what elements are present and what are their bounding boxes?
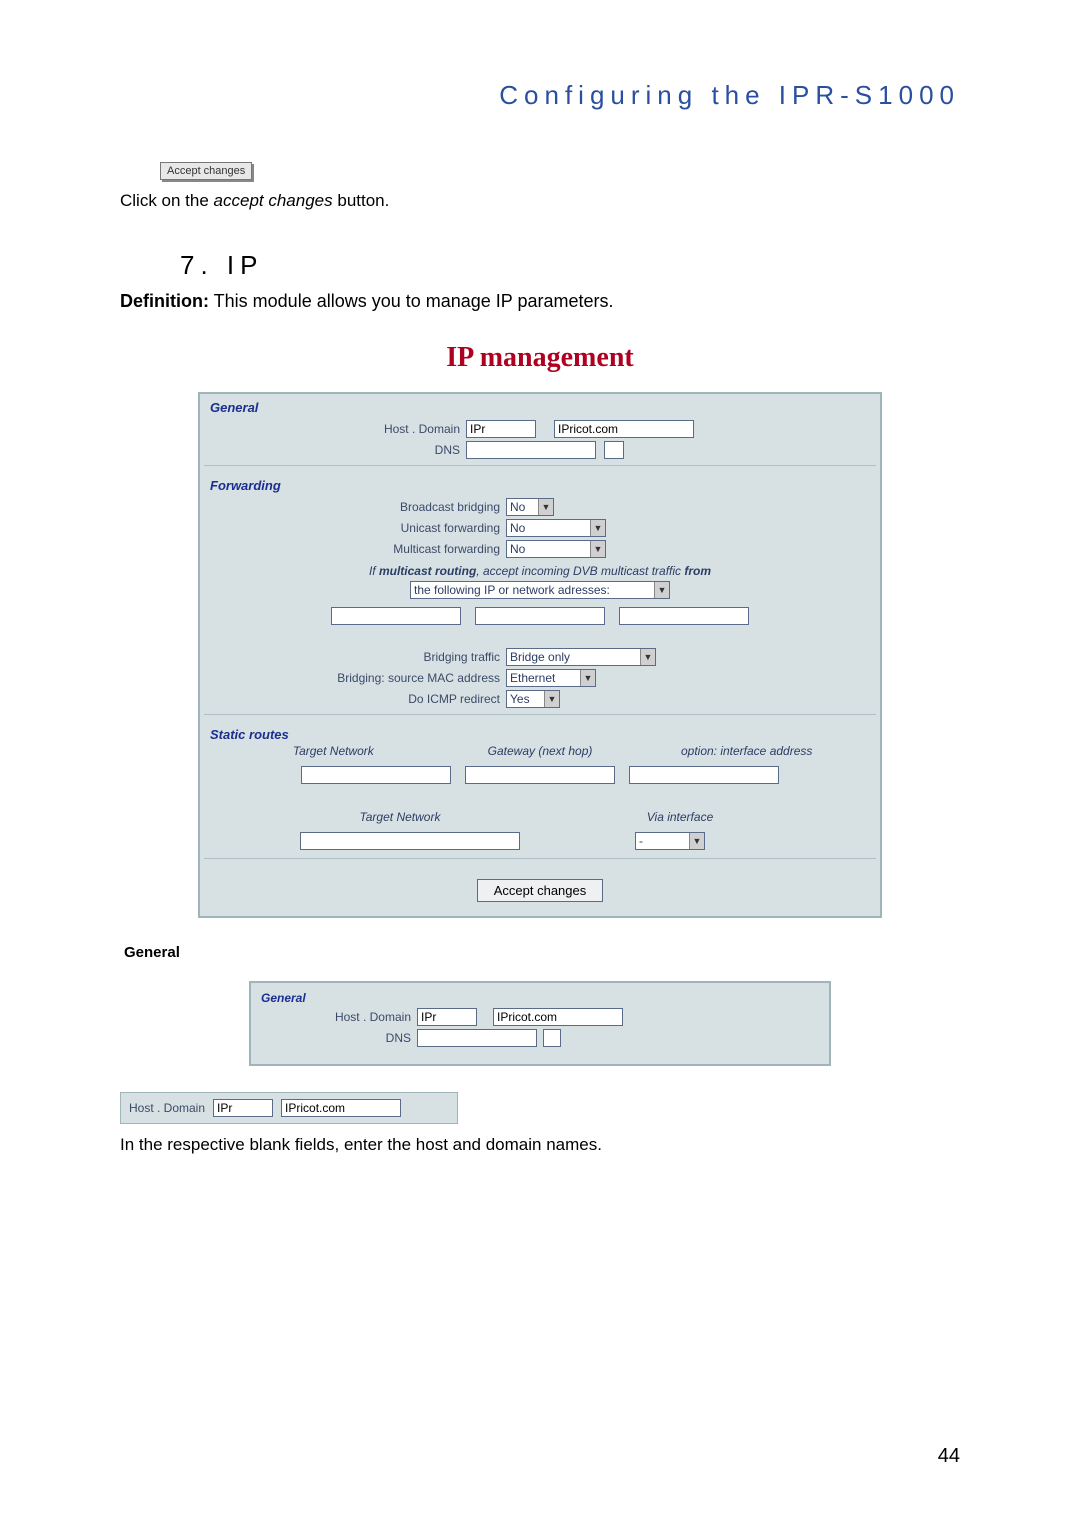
bridging-mac-label: Bridging: source MAC address xyxy=(200,671,506,685)
general-mini-panel: General Host . Domain DNS xyxy=(249,981,831,1066)
dns-input-1[interactable] xyxy=(466,441,596,459)
note-strong: from xyxy=(684,564,711,578)
host-input[interactable] xyxy=(466,420,536,438)
multicast-select[interactable]: No ▼ xyxy=(506,540,606,558)
mcast-addr-input-3[interactable] xyxy=(619,607,749,625)
mini-dns-input-1[interactable] xyxy=(417,1029,537,1047)
intro-pre: Click on the xyxy=(120,191,214,210)
mcast-addr-input-1[interactable] xyxy=(331,607,461,625)
bridging-traffic-value: Bridge only xyxy=(507,650,573,664)
definition-label: Definition: xyxy=(120,291,209,311)
note-mid: , accept incoming DVB multicast traffic xyxy=(476,564,684,578)
mini-dns-label: DNS xyxy=(261,1031,417,1045)
page-number: 44 xyxy=(938,1445,960,1468)
broadcast-value: No xyxy=(507,500,528,514)
unicast-label: Unicast forwarding xyxy=(200,521,506,535)
accept-changes-button[interactable]: Accept changes xyxy=(477,879,604,902)
host-domain-label: Host . Domain xyxy=(200,422,466,436)
accept-changes-chip: Accept changes xyxy=(160,162,252,180)
chevron-down-icon: ▼ xyxy=(580,670,595,686)
definition-text: This module allows you to manage IP para… xyxy=(209,291,614,311)
intro-post: button. xyxy=(333,191,390,210)
unicast-value: No xyxy=(507,521,528,535)
chevron-down-icon: ▼ xyxy=(590,541,605,557)
intro-text: Click on the accept changes button. xyxy=(120,188,960,214)
multicast-note: If multicast routing, accept incoming DV… xyxy=(200,564,880,578)
general-heading: General xyxy=(200,394,880,417)
unicast-select[interactable]: No ▼ xyxy=(506,519,606,537)
broadcast-label: Broadcast bridging xyxy=(200,500,506,514)
bridging-mac-select[interactable]: Ethernet ▼ xyxy=(506,669,596,687)
col-target: Target Network xyxy=(230,744,437,758)
host-domain-strip: Host . Domain xyxy=(120,1092,458,1124)
domain-input[interactable] xyxy=(554,420,694,438)
chevron-down-icon: ▼ xyxy=(654,582,669,598)
icmp-label: Do ICMP redirect xyxy=(200,692,506,706)
general-subsection-heading: General xyxy=(124,944,960,961)
section-number: 7. IP xyxy=(180,250,960,281)
strip-label: Host . Domain xyxy=(129,1101,205,1115)
mini-dns-input-2[interactable] xyxy=(543,1029,561,1047)
mini-host-domain-label: Host . Domain xyxy=(261,1010,417,1024)
route-option-input[interactable] xyxy=(629,766,779,784)
route-gateway-input[interactable] xyxy=(465,766,615,784)
col-via: Via interface xyxy=(540,810,820,824)
route2-via-select[interactable]: -▼ xyxy=(635,832,705,850)
dns-label: DNS xyxy=(200,443,466,457)
bridging-mac-value: Ethernet xyxy=(507,671,558,685)
col-target-2: Target Network xyxy=(260,810,540,824)
intro-em: accept changes xyxy=(214,191,333,210)
broadcast-select[interactable]: No ▼ xyxy=(506,498,554,516)
forwarding-heading: Forwarding xyxy=(200,472,880,495)
multicast-address-inputs xyxy=(200,607,880,625)
mini-host-input[interactable] xyxy=(417,1008,477,1026)
chevron-down-icon: ▼ xyxy=(544,691,559,707)
route2-via-value: - xyxy=(636,834,646,848)
col-gateway: Gateway (next hop) xyxy=(437,744,644,758)
strip-host-input[interactable] xyxy=(213,1099,273,1117)
chevron-down-icon: ▼ xyxy=(538,499,553,515)
from-addresses-label: the following IP or network adresses: xyxy=(411,583,613,597)
ip-management-panel: General Host . Domain DNS Forwarding Bro… xyxy=(198,392,882,918)
icmp-value: Yes xyxy=(507,692,533,706)
route2-target-input[interactable] xyxy=(300,832,520,850)
chevron-down-icon: ▼ xyxy=(689,833,704,849)
bridging-traffic-label: Bridging traffic xyxy=(200,650,506,664)
panel-title: IP management xyxy=(120,342,960,374)
bridging-traffic-select[interactable]: Bridge only ▼ xyxy=(506,648,656,666)
mini-domain-input[interactable] xyxy=(493,1008,623,1026)
mcast-addr-input-2[interactable] xyxy=(475,607,605,625)
icmp-select[interactable]: Yes ▼ xyxy=(506,690,560,708)
multicast-label: Multicast forwarding xyxy=(200,542,506,556)
closing-text: In the respective blank fields, enter th… xyxy=(120,1132,960,1158)
route-target-input[interactable] xyxy=(301,766,451,784)
note-em: multicast routing xyxy=(379,564,476,578)
static-routes-heading: Static routes xyxy=(200,721,880,744)
strip-domain-input[interactable] xyxy=(281,1099,401,1117)
multicast-value: No xyxy=(507,542,528,556)
chevron-down-icon: ▼ xyxy=(640,649,655,665)
note-pre: If xyxy=(369,564,379,578)
definition-line: Definition: This module allows you to ma… xyxy=(120,291,960,312)
dns-input-2[interactable] xyxy=(604,441,624,459)
col-option: option: interface address xyxy=(643,744,850,758)
chevron-down-icon: ▼ xyxy=(590,520,605,536)
mini-general-heading: General xyxy=(261,991,821,1005)
from-addresses-select[interactable]: the following IP or network adresses: ▼ xyxy=(410,581,670,599)
page-title: Configuring the IPR-S1000 xyxy=(120,80,960,111)
